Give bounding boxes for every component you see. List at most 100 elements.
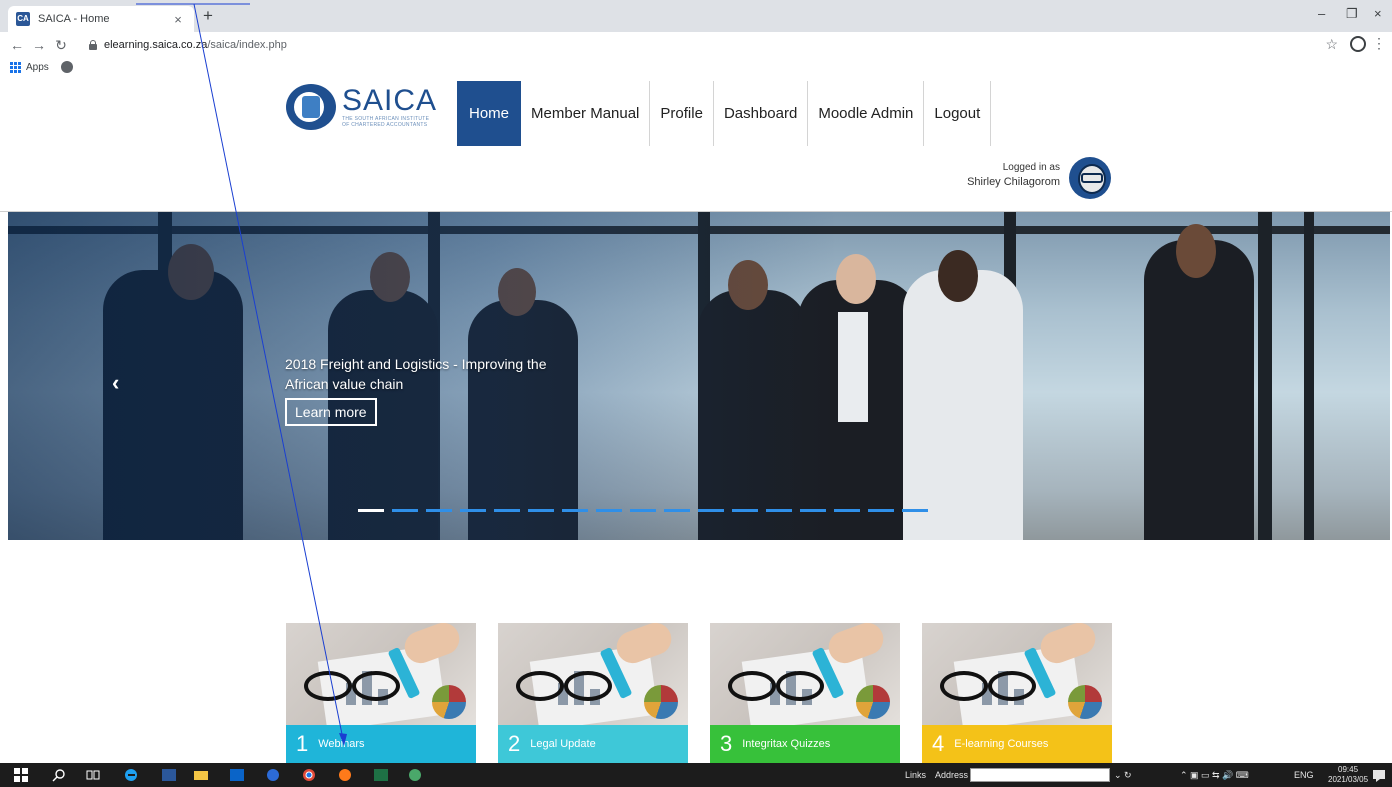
tile-label: E-learning Courses <box>954 738 1049 750</box>
pie-chart-icon <box>432 685 466 719</box>
clock-time: 09:45 <box>1338 765 1359 774</box>
slider-dot[interactable] <box>902 509 928 512</box>
address-bar[interactable]: elearning.saica.co.za/saica/index.php <box>88 35 1298 55</box>
profile-icon[interactable] <box>1350 36 1366 52</box>
slider-dot[interactable] <box>460 509 486 512</box>
window-close-button[interactable]: × <box>1374 6 1382 21</box>
app-t-icon[interactable] <box>266 768 280 782</box>
nav-member-manual[interactable]: Member Manual <box>521 81 651 146</box>
bookmark-star-icon[interactable]: ☆ <box>1325 36 1338 53</box>
slider-dot[interactable] <box>596 509 622 512</box>
slider-dot[interactable] <box>630 509 656 512</box>
excel-icon[interactable] <box>374 768 388 782</box>
menu-kebab-icon[interactable]: ⋮ <box>1372 35 1386 52</box>
bookmark-globe-icon[interactable] <box>60 61 73 73</box>
slider-dot[interactable] <box>528 509 554 512</box>
window-minimize-button[interactable]: – <box>1318 6 1325 21</box>
tile-label: Legal Update <box>530 738 596 750</box>
user-name[interactable]: Shirley Chilagorom <box>967 176 1060 188</box>
saica-favicon-icon: CA <box>16 12 30 26</box>
chrome-icon[interactable] <box>302 768 316 782</box>
glasses-icon <box>304 671 400 701</box>
tile-number: 2 <box>508 731 521 756</box>
nav-dashboard[interactable]: Dashboard <box>714 81 809 146</box>
tile-integritax-quizzes[interactable]: 3 Integritax Quizzes <box>710 623 900 763</box>
taskbar-clock[interactable]: 09:45 2021/03/05 <box>1328 765 1368 785</box>
slider-dot[interactable] <box>834 509 860 512</box>
tile-legal-update[interactable]: 2 Legal Update <box>498 623 688 763</box>
taskbar-links[interactable]: Links <box>905 770 926 780</box>
apps-grid-icon[interactable] <box>10 61 21 73</box>
slider-prev-arrow-icon[interactable]: ‹ <box>112 370 119 396</box>
saica-logo[interactable]: SAICA THE SOUTH AFRICAN INSTITUTE OF CHA… <box>286 84 437 130</box>
bookmark-apps[interactable]: Apps <box>26 62 49 73</box>
hero-caption-line1: 2018 Freight and Logistics - Improving t… <box>285 356 547 372</box>
tile-image <box>922 623 1112 725</box>
address-dropdown-icon[interactable]: ⌄ ↻ <box>1114 770 1132 781</box>
outlook-icon[interactable] <box>230 768 244 782</box>
hero-slider: ‹ 2018 Freight and Logistics - Improving… <box>8 212 1390 540</box>
nav-home[interactable]: Home <box>457 81 522 146</box>
slider-dot[interactable] <box>426 509 452 512</box>
new-tab-button[interactable]: + <box>198 6 218 26</box>
taskbar-address-input[interactable] <box>970 768 1110 782</box>
tab-title: SAICA - Home <box>38 13 110 25</box>
file-explorer-icon[interactable] <box>194 768 208 782</box>
slider-dot[interactable] <box>358 509 384 512</box>
logo-name: SAICA <box>342 84 438 117</box>
user-info: Logged in as Shirley Chilagorom <box>940 156 1120 199</box>
tile-elearning-courses[interactable]: 4 E-learning Courses <box>922 623 1112 763</box>
slider-dot[interactable] <box>392 509 418 512</box>
tile-webinars[interactable]: 1 Webinars <box>286 623 476 763</box>
lock-icon <box>88 40 98 50</box>
globe-icon[interactable] <box>408 768 422 782</box>
glasses-icon <box>516 671 612 701</box>
notification-icon[interactable] <box>1372 768 1386 782</box>
slider-dot[interactable] <box>664 509 690 512</box>
slider-dot[interactable] <box>562 509 588 512</box>
nav-profile[interactable]: Profile <box>650 81 714 146</box>
windows-taskbar: Links Address ⌄ ↻ ⌃ ▣ ▭ ⇆ 🔊 ⌨ ENG 09:45 … <box>0 763 1392 787</box>
user-avatar-icon[interactable] <box>1069 157 1111 199</box>
reload-icon[interactable]: ↻ <box>50 37 72 54</box>
tile-label: Webinars <box>318 738 365 750</box>
taskbar-address-label: Address <box>935 770 969 780</box>
hero-caption: 2018 Freight and Logistics - Improving t… <box>285 354 605 426</box>
slider-dot[interactable] <box>698 509 724 512</box>
slider-dot[interactable] <box>494 509 520 512</box>
internet-explorer-icon[interactable] <box>124 768 138 782</box>
slider-dot[interactable] <box>800 509 826 512</box>
tile-image <box>710 623 900 725</box>
word-icon[interactable] <box>162 768 176 782</box>
learn-more-button[interactable]: Learn more <box>285 398 377 426</box>
tile-image <box>286 623 476 725</box>
url-host: elearning.saica.co.za <box>104 39 208 51</box>
screen: CA SAICA - Home × + – ❐ × ← → ↻ elearnin… <box>0 0 1392 787</box>
pie-chart-icon <box>644 685 678 719</box>
forward-arrow-icon[interactable]: → <box>28 37 50 53</box>
nav-logout[interactable]: Logout <box>924 81 992 146</box>
tile-image <box>498 623 688 725</box>
system-tray-icons[interactable]: ⌃ ▣ ▭ ⇆ 🔊 ⌨ <box>1180 770 1249 781</box>
site-header: SAICA THE SOUTH AFRICAN INSTITUTE OF CHA… <box>0 76 1392 212</box>
firefox-icon[interactable] <box>338 768 352 782</box>
saica-logo-mark-icon <box>286 84 336 130</box>
search-icon[interactable] <box>52 768 66 782</box>
slider-dot[interactable] <box>732 509 758 512</box>
tile-number: 3 <box>720 731 733 756</box>
back-arrow-icon[interactable]: ← <box>6 37 28 53</box>
tile-number: 1 <box>296 731 309 756</box>
tab-close-icon[interactable]: × <box>170 12 186 27</box>
windows-start-icon[interactable] <box>14 768 28 782</box>
slider-dot[interactable] <box>868 509 894 512</box>
window-restore-button[interactable]: ❐ <box>1346 6 1358 22</box>
browser-toolbar: ← → ↻ elearning.saica.co.za/saica/index.… <box>0 32 1392 58</box>
tile-number: 4 <box>932 731 945 756</box>
bookmarks-bar: Apps <box>0 58 1392 76</box>
slider-dot[interactable] <box>766 509 792 512</box>
nav-moodle-admin[interactable]: Moodle Admin <box>808 81 925 146</box>
language-indicator[interactable]: ENG <box>1294 770 1314 780</box>
pie-chart-icon <box>856 685 890 719</box>
browser-tab[interactable]: CA SAICA - Home × <box>8 6 194 32</box>
task-view-icon[interactable] <box>86 768 100 782</box>
